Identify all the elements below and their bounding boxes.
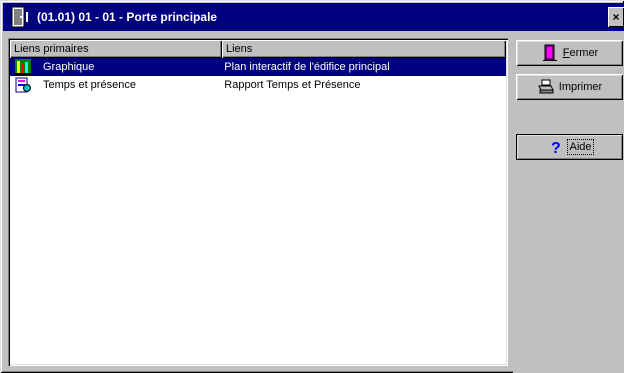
help-button-label: Aide: [567, 139, 594, 155]
printer-icon: [537, 78, 555, 96]
window-title: (01.01) 01 - 01 - Porte principale: [37, 10, 218, 24]
print-button-label: Imprimer: [558, 81, 603, 93]
list-item-graphique[interactable]: Graphique Plan interactif de l'édifice p…: [10, 58, 506, 76]
list-item-name: Graphique: [43, 61, 95, 73]
svg-text:?: ?: [551, 140, 561, 156]
list-item-name: Temps et présence: [43, 79, 136, 91]
column-header-primary-links[interactable]: Liens primaires: [10, 40, 222, 58]
close-button[interactable]: Fermer: [516, 40, 623, 66]
question-mark-icon: ?: [547, 138, 565, 157]
title-bar[interactable]: (01.01) 01 - 01 - Porte principale ×: [3, 3, 624, 31]
graphic-icon: [15, 59, 31, 75]
list-item-temps-et-presence[interactable]: Temps et présence Rapport Temps et Prése…: [10, 76, 506, 94]
list-header: Liens primaires Liens: [10, 40, 506, 58]
door-icon: [9, 6, 31, 28]
print-button[interactable]: Imprimer: [516, 74, 623, 100]
close-window-button[interactable]: ×: [608, 7, 624, 27]
report-icon: [15, 77, 31, 93]
close-button-label: Fermer: [562, 47, 599, 59]
list-item-link: Plan interactif de l'édifice principal: [224, 61, 390, 73]
column-header-links[interactable]: Liens: [222, 40, 506, 58]
dialog-window: (01.01) 01 - 01 - Porte principale × Lie…: [0, 0, 624, 373]
help-button[interactable]: ? Aide: [516, 134, 623, 160]
links-listview[interactable]: Liens primaires Liens Graphique Plan int…: [8, 38, 508, 366]
door-exit-icon: [541, 44, 559, 62]
button-panel: Fermer Imprimer ? Aide: [513, 31, 624, 373]
list-item-link: Rapport Temps et Présence: [224, 79, 361, 91]
